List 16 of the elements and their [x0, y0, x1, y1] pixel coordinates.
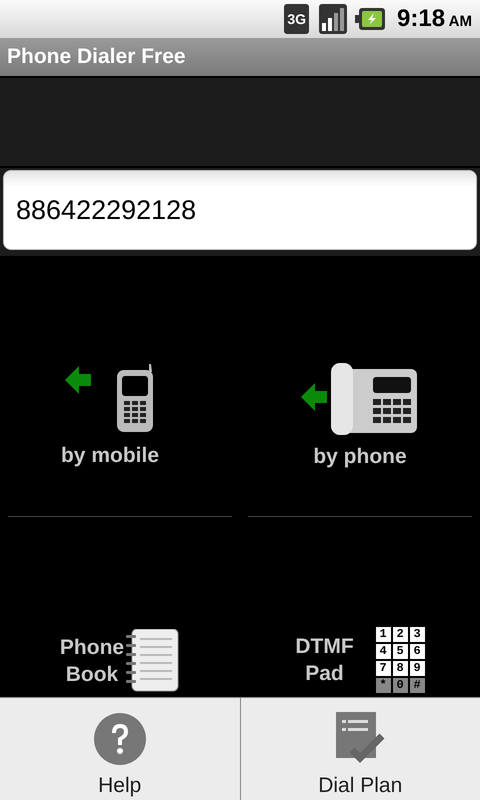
signal-icon: [317, 4, 347, 34]
by-phone-button[interactable]: by phone: [248, 256, 472, 516]
window-title: Phone Dialer Free: [0, 38, 480, 76]
mobile-phone-icon: [65, 364, 155, 434]
phone-book-button[interactable]: Phone Book: [8, 517, 232, 697]
battery-icon: [355, 7, 385, 31]
dial-plan-button[interactable]: Dial Plan: [240, 698, 480, 800]
number-input-field[interactable]: 886422292128: [3, 170, 477, 250]
dtmf-pad-button[interactable]: DTMF Pad 1 2 3 4 5 6 7 8 9 * 0 #: [248, 517, 472, 697]
desk-phone-icon: [301, 362, 419, 434]
by-mobile-button[interactable]: by mobile: [8, 256, 232, 516]
help-icon: [92, 712, 147, 766]
network-indicator: 3G: [284, 4, 309, 34]
help-button[interactable]: Help: [0, 698, 240, 800]
notebook-icon: [126, 629, 180, 693]
clock: 9:18 AM: [397, 5, 472, 33]
